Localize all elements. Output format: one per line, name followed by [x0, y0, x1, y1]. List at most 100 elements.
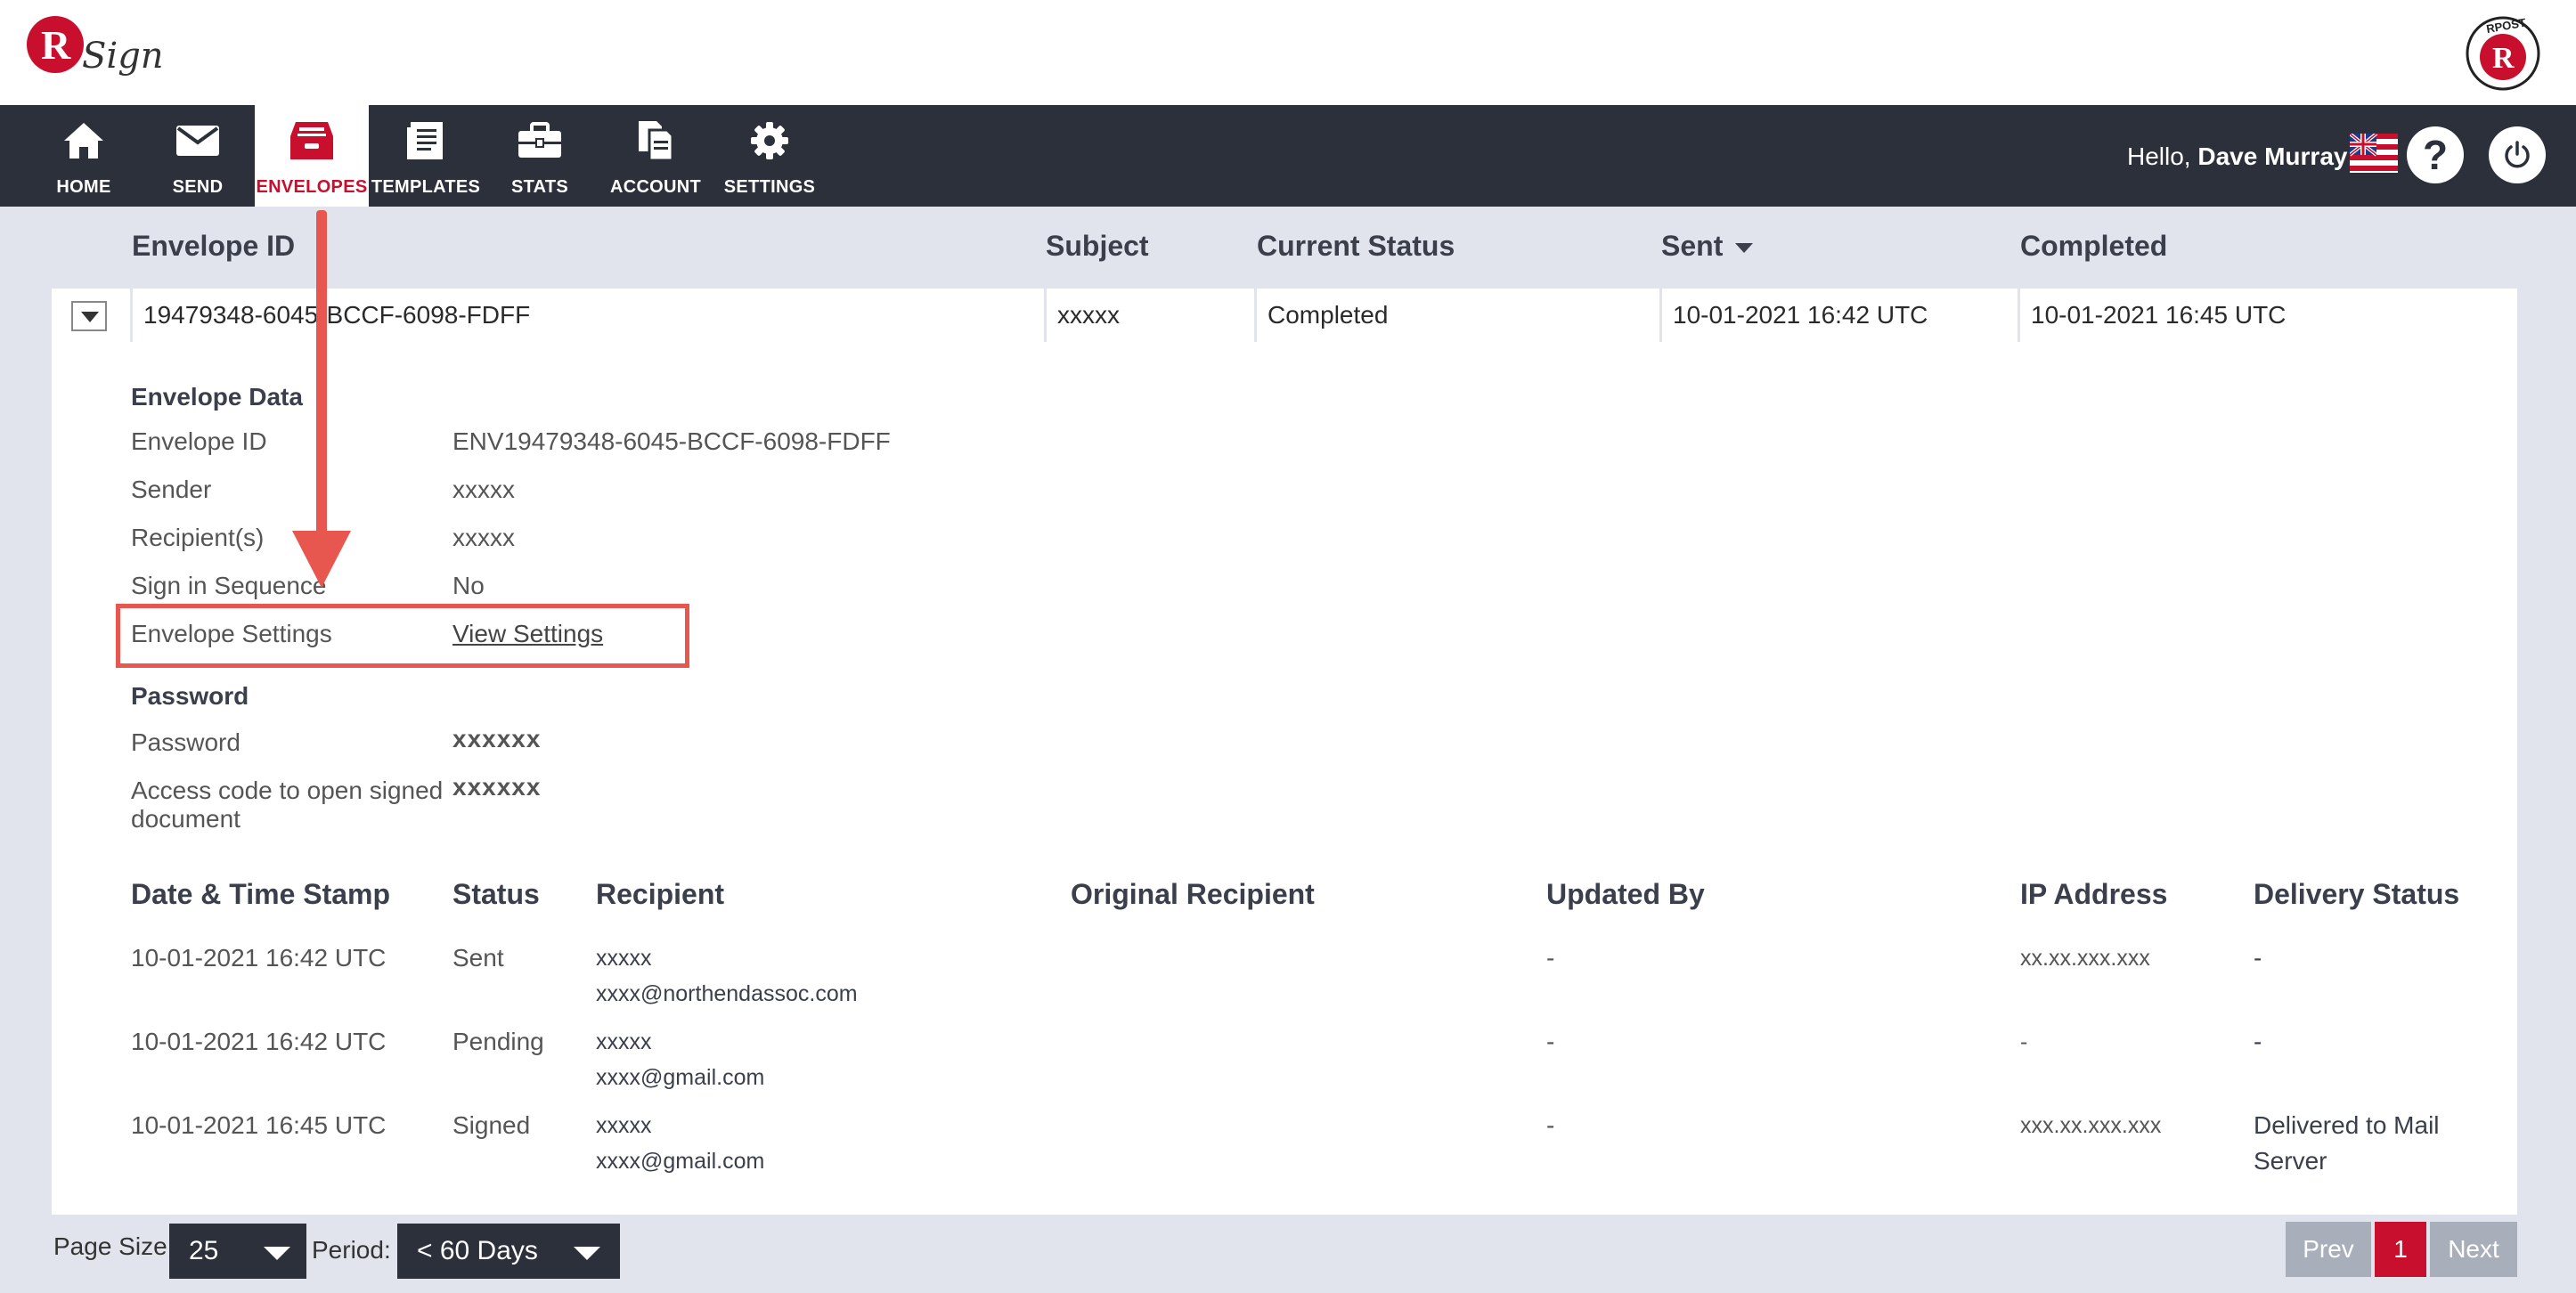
briefcase-icon [483, 118, 597, 164]
chevron-down-icon [264, 1247, 290, 1260]
chevron-down-icon [574, 1247, 600, 1260]
history-header-recipient: Recipient [596, 878, 725, 910]
history-ip: xxx.xx.xxx.xxx [2020, 1113, 2162, 1138]
recipient-email: xxxx@gmail.com [596, 1149, 765, 1174]
field-label-recipients: Recipient(s) [131, 524, 265, 551]
svg-text:R: R [41, 22, 71, 68]
gear-icon [713, 118, 827, 164]
history-header-status: Status [452, 878, 540, 910]
field-label-access-code-line2: document [131, 805, 240, 833]
col-header-current-status[interactable]: Current Status [1257, 230, 1455, 263]
home-icon [27, 118, 141, 164]
history-delivery-status: - [2254, 940, 2262, 976]
recipient-name: xxxxx [596, 1113, 652, 1138]
delivery-line1: - [2254, 1028, 2262, 1055]
nav-home-label: HOME [56, 177, 111, 197]
field-value-sign-sequence: No [452, 572, 485, 599]
delivery-line1: Delivered to Mail [2254, 1111, 2440, 1139]
envelope-row[interactable]: 19479348-6045-BCCF-6098-FDFF xxxxx Compl… [52, 289, 2517, 342]
history-ip: - [2020, 1029, 2028, 1054]
col-header-sent-label: Sent [1661, 230, 1724, 262]
nav-send[interactable]: SEND [141, 105, 255, 207]
nav-envelopes-label: ENVELOPES [256, 177, 368, 197]
history-header-delivery-status: Delivery Status [2254, 878, 2460, 910]
field-value-access-code: xxxxxx [452, 773, 542, 801]
nav-stats[interactable]: STATS [483, 105, 597, 207]
nav-envelopes[interactable]: ENVELOPES [255, 105, 369, 207]
history-updated-by: - [1546, 1028, 1555, 1055]
logo-bar: R Sign R RPOST [0, 0, 2576, 105]
history-delivery-status: Delivered to Mail Server [2254, 1108, 2440, 1179]
document-icon [369, 118, 483, 164]
history-recipient: xxxxx xxxx@northendassoc.com [596, 940, 858, 1012]
uk-flag-icon[interactable] [2350, 134, 2398, 173]
col-header-subject[interactable]: Subject [1046, 230, 1149, 263]
history-updated-by: - [1546, 944, 1555, 972]
field-label-password: Password [131, 728, 240, 756]
sent-cell: 10-01-2021 16:42 UTC [1659, 289, 2018, 342]
field-label-access-code-line1: Access code to open signed [131, 777, 444, 804]
svg-text:R: R [2492, 42, 2515, 75]
field-value-envelope-id: ENV19479348-6045-BCCF-6098-FDFF [452, 427, 891, 455]
user-greeting: Hello, Dave Murray [2127, 142, 2347, 171]
field-value-password: xxxxxx [452, 725, 542, 752]
delivery-line2: Server [2254, 1147, 2327, 1175]
page-1-button[interactable]: 1 [2375, 1222, 2426, 1277]
power-icon [2505, 141, 2530, 168]
nav-account-label: ACCOUNT [609, 177, 702, 197]
history-header-original-recipient: Original Recipient [1071, 878, 1315, 910]
history-header-date: Date & Time Stamp [131, 878, 391, 910]
nav-stats-label: STATS [510, 177, 569, 197]
prev-page-button[interactable]: Prev [2286, 1222, 2371, 1277]
period-value: < 60 Days [417, 1236, 538, 1265]
page-size-value: 25 [189, 1236, 219, 1265]
period-label: Period: [312, 1236, 391, 1264]
logout-button[interactable] [2489, 126, 2546, 183]
files-icon [599, 118, 713, 164]
chevron-down-icon [81, 312, 99, 322]
rpost-logo: R RPOST [2466, 16, 2540, 91]
annotation-arrow-shaft [316, 210, 327, 540]
rsign-logo[interactable]: R Sign [25, 12, 167, 93]
inbox-icon [255, 118, 369, 164]
history-header-ip: IP Address [2020, 878, 2168, 910]
user-name[interactable]: Dave Murray [2197, 142, 2347, 170]
col-header-completed[interactable]: Completed [2020, 230, 2167, 263]
nav-account[interactable]: ACCOUNT [599, 105, 713, 207]
nav-settings-label: SETTINGS [723, 177, 816, 197]
history-status: Sent [452, 944, 504, 972]
status-cell: Completed [1254, 289, 1659, 342]
field-label-envelope-id: Envelope ID [131, 427, 267, 455]
history-date: 10-01-2021 16:42 UTC [131, 1028, 387, 1055]
help-button[interactable]: ? [2407, 126, 2464, 183]
period-select[interactable]: < 60 Days [397, 1224, 620, 1279]
annotation-arrow-head [292, 531, 351, 588]
history-updated-by: - [1546, 1111, 1555, 1139]
col-header-sent[interactable]: Sent [1661, 230, 1754, 263]
expand-toggle-button[interactable] [71, 301, 107, 331]
history-recipient: xxxxx xxxx@gmail.com [596, 1024, 764, 1095]
recipient-email: xxxx@gmail.com [596, 1065, 765, 1090]
history-header-updated-by: Updated By [1546, 878, 1705, 910]
history-date: 10-01-2021 16:45 UTC [131, 1111, 387, 1139]
field-value-recipients: xxxxx [452, 524, 515, 551]
history-status: Signed [452, 1111, 531, 1139]
page-size-label: Page Size: [53, 1232, 175, 1260]
field-value-sender: xxxxx [452, 476, 515, 503]
nav-settings[interactable]: SETTINGS [713, 105, 827, 207]
subject-cell: xxxxx [1044, 289, 1254, 342]
recipient-email: xxxx@northendassoc.com [596, 981, 858, 1006]
history-recipient: xxxxx xxxx@gmail.com [596, 1108, 764, 1179]
svg-text:Sign: Sign [82, 36, 164, 77]
history-date: 10-01-2021 16:42 UTC [131, 944, 387, 972]
page-size-select[interactable]: 25 [169, 1224, 306, 1279]
nav-templates-label: TEMPLATES [371, 177, 481, 197]
history-status: Pending [452, 1028, 544, 1055]
history-ip: xx.xx.xxx.xxx [2020, 946, 2150, 971]
envelope-id-cell: 19479348-6045-BCCF-6098-FDFF [130, 289, 1099, 342]
nav-home[interactable]: HOME [27, 105, 141, 207]
nav-templates[interactable]: TEMPLATES [369, 105, 483, 207]
history-delivery-status: - [2254, 1024, 2262, 1060]
col-header-envelope-id[interactable]: Envelope ID [132, 230, 295, 263]
next-page-button[interactable]: Next [2430, 1222, 2517, 1277]
